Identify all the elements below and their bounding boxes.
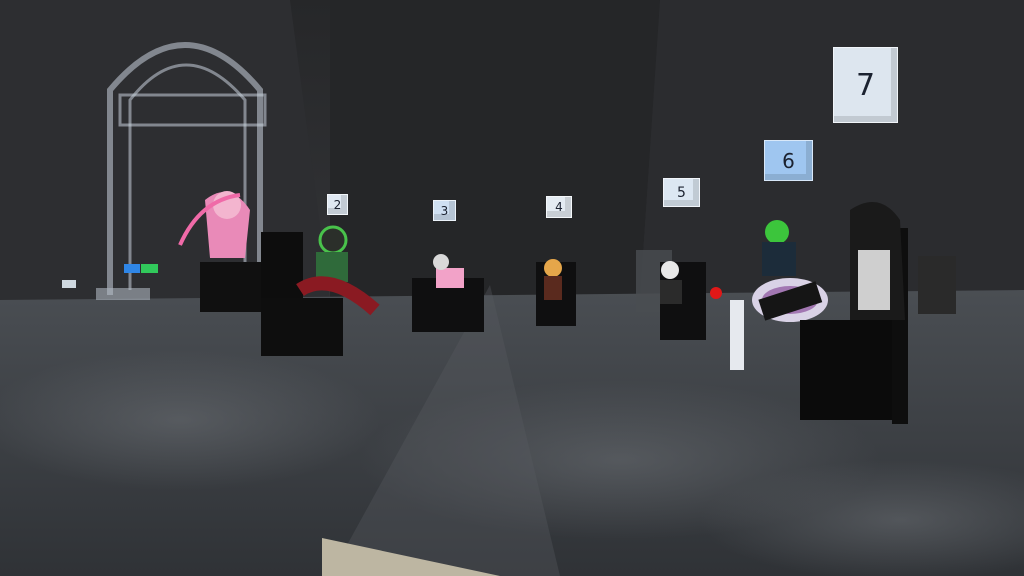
seat-number-label: 6 — [782, 148, 795, 173]
seat-4 — [536, 259, 576, 326]
seat-number-cube: 4 — [546, 196, 572, 218]
small-floor-panel — [62, 280, 76, 288]
seat-number-cube: 3 — [433, 200, 456, 221]
seat-number-cube: 7 — [833, 47, 898, 123]
blue-light-panel — [124, 264, 140, 273]
seat-number-label: 3 — [440, 203, 449, 218]
seat-number-label: 7 — [855, 67, 876, 103]
seat-number-label: 4 — [555, 200, 563, 214]
seat-number-cube: 6 — [764, 140, 813, 181]
seat-number-cube: 2 — [327, 194, 348, 215]
wall-facet-right — [640, 0, 1024, 300]
seat-number-label: 5 — [677, 184, 686, 201]
archway-base — [96, 288, 150, 300]
wall-facet-center — [330, 0, 660, 300]
seat-number-cube: 5 — [663, 178, 700, 207]
green-light-panel — [141, 264, 158, 273]
seat-number-label: 2 — [333, 197, 342, 212]
